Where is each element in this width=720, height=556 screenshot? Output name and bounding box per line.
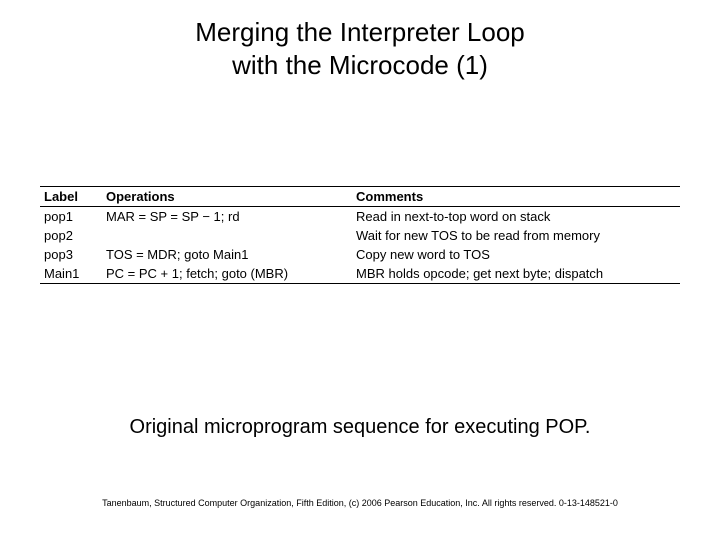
slide-title: Merging the Interpreter Loop with the Mi… — [0, 16, 720, 81]
figure-caption: Original microprogram sequence for execu… — [0, 416, 720, 439]
cell-label: pop3 — [40, 245, 102, 264]
table-row: pop3 TOS = MDR; goto Main1 Copy new word… — [40, 245, 680, 264]
table-row: pop2 Wait for new TOS to be read from me… — [40, 226, 680, 245]
table-row: Main1 PC = PC + 1; fetch; goto (MBR) MBR… — [40, 264, 680, 284]
cell-operations — [102, 226, 352, 245]
cell-operations: MAR = SP = SP − 1; rd — [102, 207, 352, 227]
cell-comments: Wait for new TOS to be read from memory — [352, 226, 680, 245]
cell-label: pop1 — [40, 207, 102, 227]
header-comments: Comments — [352, 187, 680, 207]
title-line-1: Merging the Interpreter Loop — [0, 16, 720, 49]
cell-operations: TOS = MDR; goto Main1 — [102, 245, 352, 264]
cell-comments: Copy new word to TOS — [352, 245, 680, 264]
cell-label: Main1 — [40, 264, 102, 284]
header-label: Label — [40, 187, 102, 207]
cell-label: pop2 — [40, 226, 102, 245]
cell-comments: MBR holds opcode; get next byte; dispatc… — [352, 264, 680, 284]
table-header-row: Label Operations Comments — [40, 187, 680, 207]
table-row: pop1 MAR = SP = SP − 1; rd Read in next-… — [40, 207, 680, 227]
microcode-table-container: Label Operations Comments pop1 MAR = SP … — [40, 186, 680, 284]
microcode-table: Label Operations Comments pop1 MAR = SP … — [40, 186, 680, 284]
title-line-2: with the Microcode (1) — [0, 49, 720, 82]
header-operations: Operations — [102, 187, 352, 207]
cell-comments: Read in next-to-top word on stack — [352, 207, 680, 227]
cell-operations: PC = PC + 1; fetch; goto (MBR) — [102, 264, 352, 284]
copyright-footer: Tanenbaum, Structured Computer Organizat… — [0, 498, 720, 508]
